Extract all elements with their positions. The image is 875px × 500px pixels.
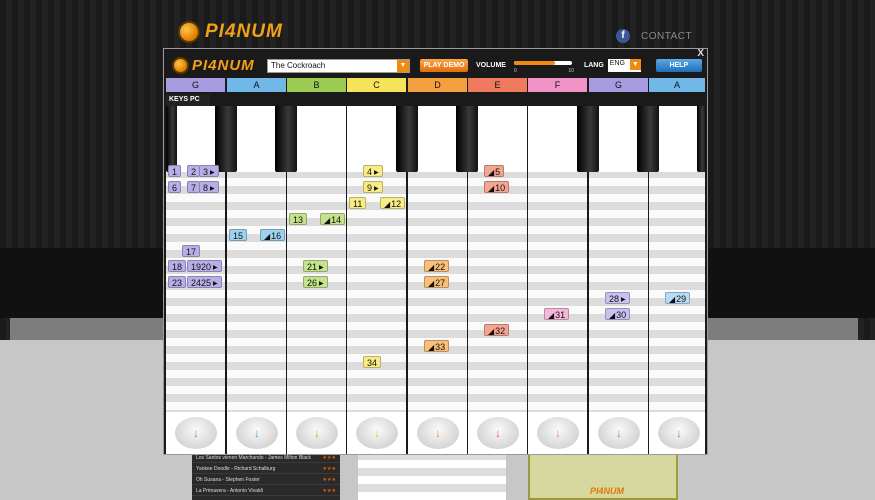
star-rating: ★★★ (322, 466, 336, 472)
down-arrow-icon[interactable]: ↓ (236, 417, 278, 449)
keys-pc-toggle[interactable]: KEYS PC (166, 94, 210, 106)
star-rating: ★★★ (322, 455, 336, 461)
note-number-tag: 33 (424, 339, 450, 352)
note-number-tag: 11 (349, 196, 367, 209)
app-logo: PI4NUM (166, 57, 264, 74)
note-label-g: G (589, 78, 649, 92)
down-arrow-icon[interactable]: ↓ (356, 417, 398, 449)
black-key[interactable] (697, 106, 706, 172)
note-number-tag: 31 (544, 308, 570, 321)
down-arrow-icon[interactable]: ↓ (477, 417, 519, 449)
down-arrow-icon[interactable]: ↓ (658, 417, 700, 449)
play-demo-button[interactable]: PLAY DEMO (420, 59, 468, 72)
note-label-a: A (649, 78, 706, 92)
note-label-row: GABCDEFGA (166, 78, 706, 92)
black-key[interactable] (275, 106, 297, 172)
note-number-tag: 23 (168, 276, 187, 289)
mini-score-preview (358, 452, 506, 500)
song-title: La Primavera - Antonio Vivaldi (196, 488, 263, 494)
note-label-g: G (166, 78, 226, 92)
note-label-b: B (287, 78, 347, 92)
black-key[interactable] (396, 106, 418, 172)
note-number-tag: 17 (182, 244, 201, 257)
chevron-down-icon[interactable]: ▼ (629, 59, 641, 70)
song-select-value: The Cockroach (271, 60, 326, 70)
note-number-tag: 6 (168, 180, 182, 193)
facebook-icon[interactable]: f (616, 29, 630, 43)
star-rating: ★★★ (322, 488, 336, 494)
black-key[interactable] (577, 106, 599, 172)
down-arrow-icon[interactable]: ↓ (175, 417, 217, 449)
volume-slider[interactable]: 0 10 (512, 57, 574, 75)
site-logo[interactable]: PI4NUM (178, 18, 283, 46)
site-logo-text: PI4NUM (205, 21, 283, 42)
song-title: Oh Susana - Stephen Foster (196, 477, 260, 483)
note-label-f: F (528, 78, 588, 92)
logo-icon (178, 21, 200, 43)
lang-label: LANG (583, 62, 604, 69)
down-arrow-icon[interactable]: ↓ (417, 417, 459, 449)
note-number-tag: 3 (199, 165, 219, 177)
lang-select-value: ENG (609, 60, 625, 67)
chevron-down-icon[interactable]: ▼ (397, 59, 409, 72)
black-key[interactable] (215, 106, 237, 172)
black-key[interactable] (166, 106, 177, 172)
note-number-tag: 2425 (187, 276, 222, 289)
note-number-tag: 22 (424, 260, 450, 273)
note-number-tag: 21 (303, 260, 328, 273)
song-list-item[interactable]: La Primavera - Antonio Vivaldi ★★★ (192, 485, 340, 496)
help-button[interactable]: HELP (655, 59, 702, 72)
note-number-tag: 29 (665, 292, 691, 305)
note-number-tag: 30 (605, 308, 631, 321)
song-title: Los Santos vienen Marchando - James Milt… (196, 455, 312, 461)
volume-fill (513, 60, 555, 65)
logo-icon (172, 57, 189, 74)
lang-select[interactable]: ENG ▼ (607, 59, 641, 72)
note-number-tag: 16 (260, 228, 286, 241)
piano-app-window: X PI4NUM The Cockroach ▼ PLAY DEMO VOLUM… (163, 48, 708, 455)
note-number-tag: 28 (605, 292, 630, 305)
note-label-a: A (227, 78, 287, 92)
toolbar: PI4NUM The Cockroach ▼ PLAY DEMO VOLUME … (166, 54, 706, 77)
note-number-tag: 32 (484, 324, 510, 336)
down-arrow-icon[interactable]: ↓ (296, 417, 338, 449)
song-list-item[interactable]: Oh Susana - Stephen Foster ★★★ (192, 474, 340, 485)
star-rating: ★★★ (322, 477, 336, 483)
info-panel: PI4NUM (528, 452, 678, 500)
song-list-item[interactable]: Yankee Doodle - Richard Schalburg ★★★ (192, 463, 340, 474)
note-number-tag: 1 (168, 165, 182, 177)
note-label-e: E (468, 78, 528, 92)
note-label-c: C (347, 78, 407, 92)
note-number-tag: 9 (363, 180, 383, 193)
info-panel-logo: PI4NUM (590, 486, 625, 496)
volume-min-label: 0 (513, 67, 517, 74)
down-arrow-icon[interactable]: ↓ (537, 417, 579, 449)
down-arrow-icon[interactable]: ↓ (598, 417, 640, 449)
song-select[interactable]: The Cockroach ▼ (267, 58, 410, 73)
note-number-tag: 13 (289, 212, 308, 225)
note-number-tag: 15 (229, 228, 248, 241)
piano-roll: ↓↓↓↓↓↓↓↓↓1236781718192023242515161314212… (166, 106, 706, 454)
note-number-tag: 34 (363, 355, 382, 368)
volume-label: VOLUME (476, 62, 506, 69)
note-number-tag: 1920 (187, 260, 222, 273)
contact-link[interactable]: CONTACT (641, 31, 692, 42)
black-key[interactable] (637, 106, 659, 172)
note-number-tag: 10 (484, 180, 510, 193)
note-number-tag: 26 (303, 276, 328, 289)
song-list: Los Santos vienen Marchando - James Milt… (192, 452, 340, 500)
note-label-d: D (408, 78, 468, 92)
note-number-tag: 14 (320, 212, 346, 225)
app-logo-text: PI4NUM (192, 57, 255, 74)
note-number-tag: 4 (363, 165, 383, 177)
song-title: Yankee Doodle - Richard Schalburg (196, 466, 276, 472)
note-number-tag: 5 (484, 165, 505, 177)
note-number-tag: 27 (424, 276, 450, 289)
black-key[interactable] (456, 106, 478, 172)
note-number-tag: 8 (199, 180, 219, 193)
note-number-tag: 12 (380, 196, 406, 209)
note-number-tag: 18 (168, 260, 187, 273)
volume-max-label: 10 (568, 67, 574, 74)
